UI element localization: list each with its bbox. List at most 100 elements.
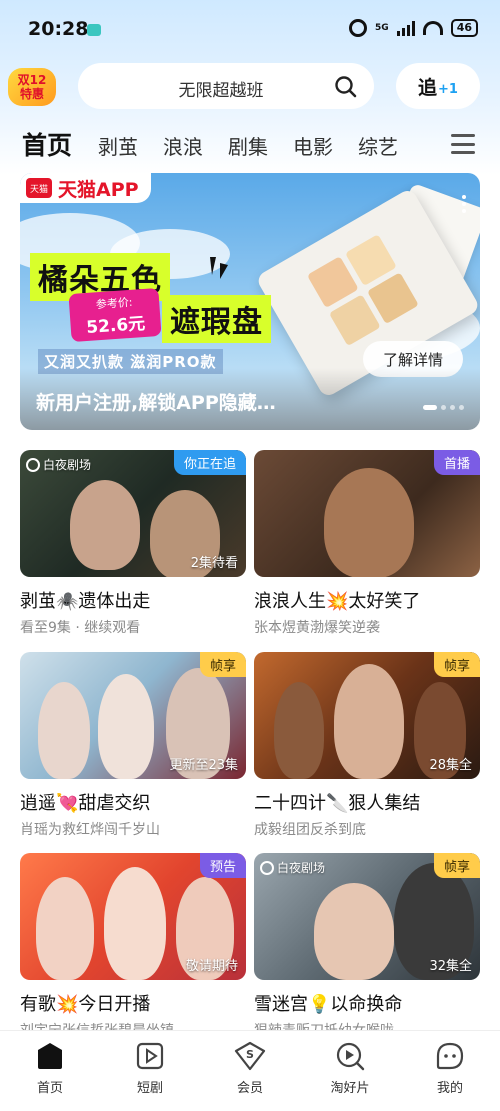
thumbnail-figure — [324, 468, 414, 577]
thumbnail-figure — [314, 883, 394, 980]
tab-langlang[interactable]: 浪浪 — [163, 131, 203, 160]
nav-label: 我的 — [436, 1081, 463, 1096]
notification-icon — [87, 24, 101, 36]
card-badge: 帧享 — [199, 652, 246, 677]
card-badge: 帧享 — [433, 652, 480, 677]
banner-headline-2: 遮瑕盘 — [162, 295, 271, 343]
thumbnail-figure — [70, 480, 140, 570]
pager-dot-active — [423, 405, 437, 410]
banner-pager — [423, 405, 464, 410]
menu-icon[interactable] — [451, 134, 475, 154]
more-icon[interactable] — [462, 195, 466, 213]
video-card[interactable]: 首播 浪浪人生💥太好笑了 张本煜黄渤爆笑逆袭 — [254, 450, 480, 637]
card-subtitle: 成毅组团反杀到底 — [254, 822, 366, 838]
card-badge: 你正在追 — [173, 450, 246, 475]
wifi-icon — [422, 21, 443, 35]
nav-item-home[interactable]: 首页 — [0, 1031, 100, 1111]
play-icon — [136, 1042, 164, 1070]
alarm-icon — [349, 19, 368, 37]
card-badge: 首播 — [433, 450, 480, 475]
video-card[interactable]: 预告 敬请期待 有歌💥今日开播 刘宇宁张信哲张碧晨坐镇 — [20, 853, 246, 1040]
thumbnail-figure — [334, 664, 404, 779]
thumbnail-figure — [274, 682, 324, 779]
video-card[interactable]: 帧享 更新至23集 逍遥💘甜虐交织 肖瑶为救红烨闯千岁山 — [20, 652, 246, 839]
video-thumbnail[interactable]: 白夜剧场 你正在追 2集待看 — [20, 450, 246, 577]
card-subtitle: 看至9集 · 继续观看 — [20, 620, 141, 636]
nav-label: 会员 — [236, 1081, 263, 1096]
episode-status: 28集全 — [429, 758, 472, 773]
status-bar: 20:28 5G 46 — [0, 0, 500, 62]
moon-icon — [260, 860, 274, 875]
video-thumbnail[interactable]: 帧享 更新至23集 — [20, 652, 246, 779]
banner-brand: 天猫 天猫APP — [20, 173, 151, 203]
card-badge: 预告 — [199, 853, 246, 878]
nav-item-discover[interactable]: 淘好片 — [300, 1031, 400, 1111]
video-card[interactable]: 白夜剧场 帧享 32集全 雪迷宫💡以命换命 狠辣毒贩刀抵幼女喉咙 — [254, 853, 480, 1040]
tab-movies[interactable]: 电影 — [293, 131, 333, 160]
battery-icon: 46 — [450, 19, 478, 37]
search-play-icon — [336, 1042, 365, 1071]
network-label: 5G — [375, 22, 389, 33]
card-title[interactable]: 浪浪人生💥太好笑了 — [254, 587, 480, 613]
svg-text:S: S — [246, 1048, 254, 1061]
promo-badge[interactable]: 双12 特惠 — [8, 68, 56, 106]
thumbnail-figure — [98, 674, 154, 779]
episode-status: 2集待看 — [190, 556, 238, 571]
watermark-label: 白夜剧场 — [277, 861, 326, 875]
pager-dot — [450, 405, 455, 410]
nav-item-shorts[interactable]: 短剧 — [100, 1031, 200, 1111]
nav-label: 首页 — [36, 1081, 63, 1096]
nav-label: 淘好片 — [330, 1081, 370, 1096]
status-icons: 5G 46 — [349, 19, 478, 37]
watermark-label: 白夜剧场 — [43, 458, 92, 472]
follow-button-label: 追 — [418, 76, 438, 99]
banner-brand-name: 天猫APP — [58, 178, 139, 201]
vip-icon: S — [234, 1041, 266, 1071]
tab-bojian[interactable]: 剥茧 — [98, 131, 138, 160]
status-time: 20:28 — [28, 18, 89, 40]
card-badge: 帧享 — [433, 853, 480, 878]
video-thumbnail[interactable]: 白夜剧场 帧享 32集全 — [254, 853, 480, 980]
price-value: 52.6元 — [85, 313, 146, 339]
tab-variety[interactable]: 综艺 — [358, 131, 398, 160]
episode-status: 更新至23集 — [169, 758, 238, 773]
nav-item-vip[interactable]: S 会员 — [200, 1031, 300, 1111]
pager-dot — [441, 405, 446, 410]
thumbnail-figure — [36, 877, 94, 980]
price-badge: 参考价: 52.6元 — [68, 287, 162, 343]
banner-caption: 新用户注册,解锁APP隐藏… — [36, 392, 276, 414]
bottom-nav: 首页 短剧 S 会员 淘好片 我的 — [0, 1030, 500, 1111]
card-title[interactable]: 二十四计🔪狠人集结 — [254, 789, 480, 815]
video-card[interactable]: 白夜剧场 你正在追 2集待看 剥茧🕷️遗体出走 看至9集 · 继续观看 — [20, 450, 246, 637]
profile-icon — [436, 1042, 464, 1070]
video-thumbnail[interactable]: 首播 — [254, 450, 480, 577]
video-card[interactable]: 帧享 28集全 二十四计🔪狠人集结 成毅组团反杀到底 — [254, 652, 480, 839]
pager-dot — [459, 405, 464, 410]
tmall-logo-icon: 天猫 — [26, 178, 52, 198]
search-icon[interactable] — [334, 75, 358, 103]
promo-banner[interactable]: 天猫 天猫APP 橘朵五色 参考价: 52.6元 遮瑕盘 又润又扒款 滋润PRO… — [20, 173, 480, 430]
thumbnail-watermark: 白夜剧场 — [260, 859, 325, 876]
thumbnail-watermark: 白夜剧场 — [26, 456, 91, 473]
card-title[interactable]: 雪迷宫💡以命换命 — [254, 990, 480, 1016]
search-placeholder: 无限超越班 — [178, 81, 264, 101]
nav-item-profile[interactable]: 我的 — [400, 1031, 500, 1111]
card-title[interactable]: 逍遥💘甜虐交织 — [20, 789, 246, 815]
video-thumbnail[interactable]: 预告 敬请期待 — [20, 853, 246, 980]
tab-series[interactable]: 剧集 — [228, 131, 268, 160]
home-icon — [38, 1043, 62, 1069]
moon-icon — [26, 457, 40, 472]
card-title[interactable]: 有歌💥今日开播 — [20, 990, 246, 1016]
promo-badge-line1: 双12 — [17, 73, 47, 87]
category-tabs: 首页 剥茧 浪浪 剧集 电影 综艺 — [22, 126, 423, 162]
video-thumbnail[interactable]: 帧享 28集全 — [254, 652, 480, 779]
card-subtitle: 张本煜黄渤爆笑逆袭 — [254, 620, 380, 636]
card-title[interactable]: 剥茧🕷️遗体出走 — [20, 587, 246, 613]
episode-status: 32集全 — [429, 959, 472, 974]
nav-label: 短剧 — [136, 1081, 163, 1096]
signal-icon — [396, 20, 415, 36]
search-bar[interactable]: 无限超越班 — [78, 63, 374, 109]
follow-button[interactable]: 追 +1 — [396, 63, 480, 109]
promo-badge-line2: 特惠 — [19, 87, 44, 101]
tab-home[interactable]: 首页 — [22, 126, 72, 162]
